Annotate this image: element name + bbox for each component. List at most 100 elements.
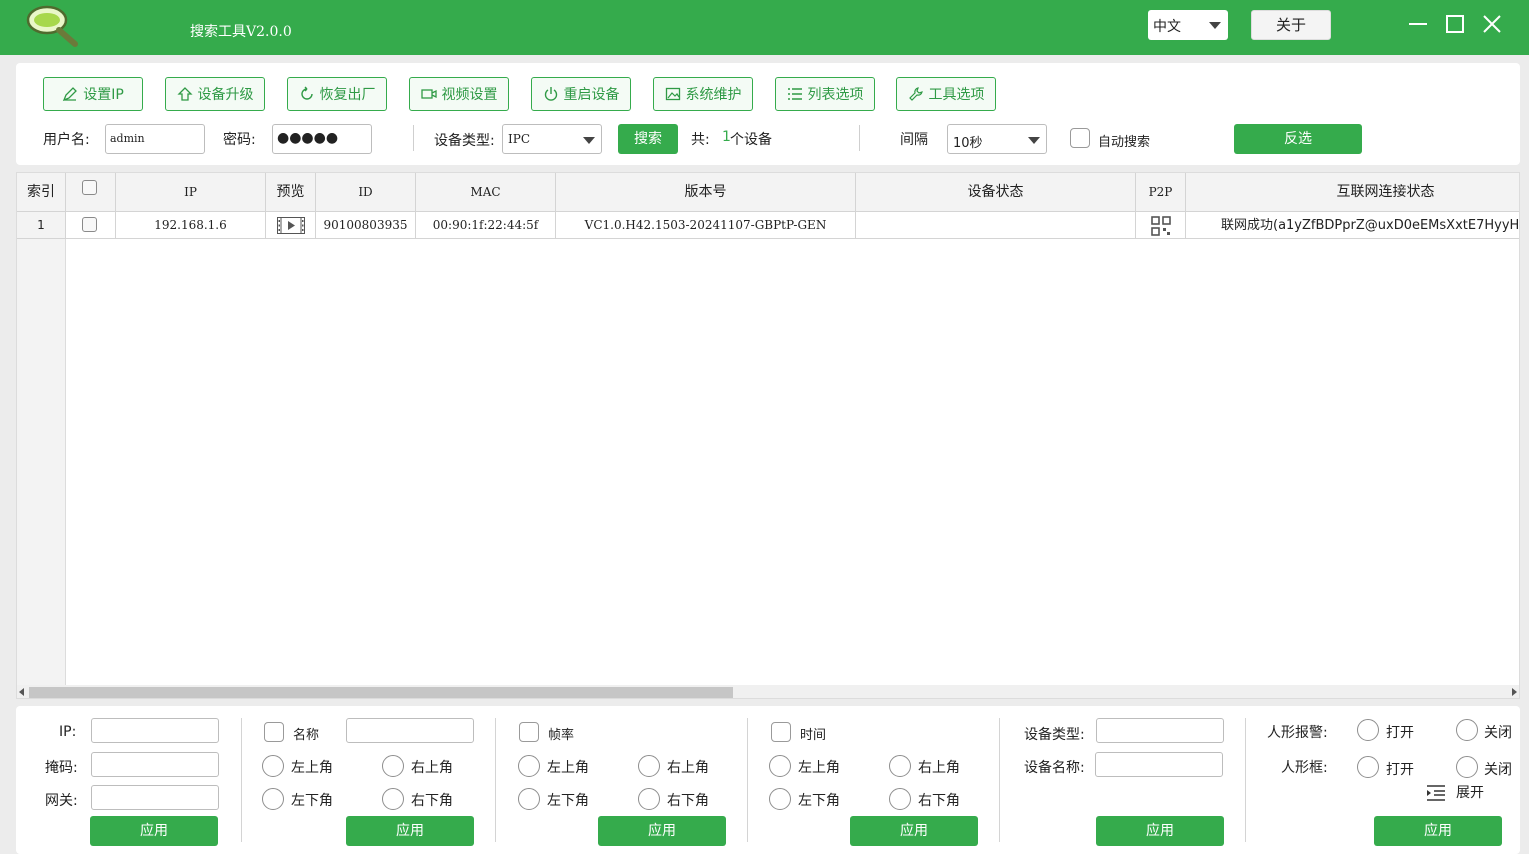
factory-reset-button[interactable]: 恢复出厂 xyxy=(287,77,387,111)
invert-selection-button[interactable]: 反选 xyxy=(1234,124,1362,154)
auto-search-checkbox[interactable] xyxy=(1070,128,1090,148)
reboot-label: 重启设备 xyxy=(563,87,620,103)
divider xyxy=(859,125,860,151)
human-frame-off-radio[interactable] xyxy=(1456,756,1478,778)
human-alarm-off-label: 关闭 xyxy=(1484,725,1512,741)
time-top-right-radio[interactable] xyxy=(889,755,911,777)
name-osd-input[interactable] xyxy=(346,718,474,743)
name-osd-checkbox[interactable] xyxy=(264,722,284,742)
apply-human-button[interactable]: 应用 xyxy=(1374,816,1502,846)
row-id: 90100803935 xyxy=(316,212,416,239)
time-top-left-label: 左上角 xyxy=(798,760,840,776)
scrollbar-thumb[interactable] xyxy=(29,687,733,698)
horizontal-scrollbar[interactable] xyxy=(17,685,1519,698)
time-bottom-right-radio[interactable] xyxy=(889,788,911,810)
human-alarm-label: 人形报警: xyxy=(1267,725,1328,741)
name-bottom-right-radio[interactable] xyxy=(382,788,404,810)
language-select[interactable]: 中文 xyxy=(1148,10,1228,40)
index-column xyxy=(17,173,66,685)
name-bottom-left-radio[interactable] xyxy=(262,788,284,810)
fps-osd-checkbox[interactable] xyxy=(519,722,539,742)
fps-top-left-label: 左上角 xyxy=(547,760,589,776)
apply-name-button[interactable]: 应用 xyxy=(346,816,474,846)
password-input[interactable]: ●●●●● xyxy=(272,124,372,154)
qr-code-icon[interactable] xyxy=(1151,216,1171,236)
username-label: 用户名: xyxy=(43,132,90,148)
mask-label: 掩码: xyxy=(45,760,78,776)
chevron-down-icon xyxy=(583,137,595,144)
col-id: ID xyxy=(316,173,416,212)
toolbar-panel: 设置IP 设备升级 恢复出厂 视频设置 重启设备 系统维护 列表选项 工具选项 … xyxy=(16,63,1520,165)
time-bottom-left-radio[interactable] xyxy=(769,788,791,810)
row-p2p-cell xyxy=(1136,212,1186,239)
row-mac: 00:90:1f:22:44:5f xyxy=(416,212,556,239)
apply-fps-button[interactable]: 应用 xyxy=(598,816,726,846)
gateway-input[interactable] xyxy=(91,785,219,810)
fps-bottom-left-label: 左下角 xyxy=(547,793,589,809)
time-top-right-label: 右上角 xyxy=(918,760,960,776)
factory-reset-label: 恢复出厂 xyxy=(319,87,376,103)
fps-top-left-radio[interactable] xyxy=(518,755,540,777)
time-top-left-radio[interactable] xyxy=(769,755,791,777)
name-top-left-radio[interactable] xyxy=(262,755,284,777)
device-type-value: IPC xyxy=(508,132,530,146)
divider xyxy=(413,125,414,151)
fps-bottom-right-label: 右下角 xyxy=(667,793,709,809)
tool-options-button[interactable]: 工具选项 xyxy=(896,77,996,111)
fps-top-right-radio[interactable] xyxy=(638,755,660,777)
row-index: 1 xyxy=(17,212,66,239)
tool-options-label: 工具选项 xyxy=(928,87,985,103)
human-frame-on-radio[interactable] xyxy=(1357,756,1379,778)
upgrade-button[interactable]: 设备升级 xyxy=(165,77,265,111)
name-top-right-radio[interactable] xyxy=(382,755,404,777)
name-osd-label: 名称 xyxy=(293,728,320,743)
divider xyxy=(999,718,1000,842)
scroll-left-icon[interactable] xyxy=(19,688,24,696)
device-name-input[interactable] xyxy=(1095,752,1223,777)
col-index: 索引 xyxy=(17,173,66,212)
about-button[interactable]: 关于 xyxy=(1251,10,1331,40)
list-options-button[interactable]: 列表选项 xyxy=(775,77,875,111)
time-bottom-right-label: 右下角 xyxy=(918,793,960,809)
search-button[interactable]: 搜索 xyxy=(618,124,678,154)
fps-bottom-left-radio[interactable] xyxy=(518,788,540,810)
apply-network-button[interactable]: 应用 xyxy=(90,816,218,846)
total-suffix: 个设备 xyxy=(730,132,772,148)
reboot-button[interactable]: 重启设备 xyxy=(531,77,631,111)
interval-select[interactable]: 10秒 xyxy=(947,124,1047,154)
fps-bottom-right-radio[interactable] xyxy=(638,788,660,810)
set-ip-button[interactable]: 设置IP xyxy=(43,77,143,111)
device-type-input[interactable] xyxy=(1096,718,1224,743)
row-device-status xyxy=(856,212,1136,239)
expand-button[interactable]: 展开 xyxy=(1426,782,1490,804)
human-frame-label: 人形框: xyxy=(1281,760,1328,776)
maintenance-button[interactable]: 系统维护 xyxy=(653,77,753,111)
name-top-left-label: 左上角 xyxy=(291,760,333,776)
ip-input[interactable] xyxy=(91,718,219,743)
close-icon[interactable] xyxy=(1480,12,1504,36)
col-ip: IP xyxy=(116,173,266,212)
maximize-icon[interactable] xyxy=(1443,12,1467,36)
human-alarm-on-radio[interactable] xyxy=(1357,719,1379,741)
minimize-icon[interactable] xyxy=(1406,12,1430,36)
device-table: 索引 IP 预览 ID MAC 版本号 设备状态 P2P 互联网连接状态 1 1… xyxy=(16,172,1520,699)
human-alarm-on-label: 打开 xyxy=(1386,725,1414,741)
select-all-checkbox[interactable] xyxy=(82,180,97,195)
set-ip-label: 设置IP xyxy=(83,87,124,103)
row-checkbox[interactable] xyxy=(82,217,97,232)
scroll-right-icon[interactable] xyxy=(1512,688,1517,696)
video-settings-button[interactable]: 视频设置 xyxy=(409,77,509,111)
device-type-select[interactable]: IPC xyxy=(502,124,602,154)
apply-time-button[interactable]: 应用 xyxy=(850,816,978,846)
film-preview-icon[interactable] xyxy=(277,217,305,234)
list-icon xyxy=(787,88,802,100)
username-input[interactable]: admin xyxy=(105,124,205,154)
magnifier-logo-icon xyxy=(26,5,78,47)
mask-input[interactable] xyxy=(91,752,219,777)
gateway-label: 网关: xyxy=(45,793,78,809)
name-top-right-label: 右上角 xyxy=(411,760,453,776)
language-value: 中文 xyxy=(1153,19,1181,35)
time-osd-checkbox[interactable] xyxy=(771,722,791,742)
apply-device-button[interactable]: 应用 xyxy=(1096,816,1224,846)
human-alarm-off-radio[interactable] xyxy=(1456,719,1478,741)
